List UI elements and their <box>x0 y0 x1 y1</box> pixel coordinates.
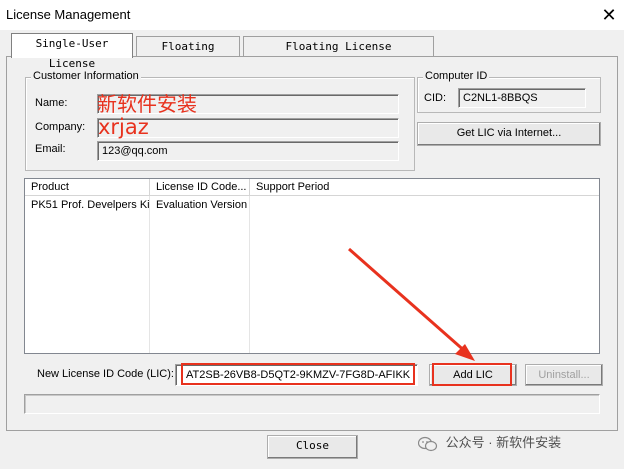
license-list[interactable]: Product License ID Code... Support Perio… <box>24 178 600 354</box>
cid-label: CID: <box>424 92 446 104</box>
table-row[interactable]: PK51 Prof. Develpers Kit Evaluation Vers… <box>25 198 599 214</box>
column-header-support-period[interactable]: Support Period <box>250 179 599 196</box>
column-divider <box>149 196 150 353</box>
close-button[interactable]: Close <box>267 435 358 459</box>
new-license-id-label: New License ID Code (LIC): <box>37 368 174 380</box>
name-label: Name: <box>35 97 68 109</box>
column-header-product[interactable]: Product <box>25 179 150 196</box>
close-icon[interactable]: ✕ <box>596 3 622 27</box>
watermark-text: 公众号 · 新软件安装 <box>445 435 562 450</box>
tab-floating-license[interactable]: Floating License <box>136 36 240 73</box>
cid-field[interactable]: C2NL1-8BBQS <box>458 88 586 108</box>
cell-product: PK51 Prof. Develpers Kit <box>31 199 149 211</box>
get-lic-via-internet-button[interactable]: Get LIC via Internet... <box>417 122 601 146</box>
company-label: Company: <box>35 121 86 133</box>
status-bar <box>24 394 600 414</box>
tab-panel: Customer Information Name: 新软件安装 Company… <box>6 56 618 431</box>
column-divider <box>249 196 250 353</box>
tab-single-user-license[interactable]: Single-User License <box>11 33 133 70</box>
column-header-license-id-code[interactable]: License ID Code... <box>150 179 250 196</box>
wechat-icon <box>417 436 438 451</box>
name-value: 新软件安装 <box>97 92 197 116</box>
company-value: xrjaz <box>98 115 149 139</box>
tab-floating-license-administrator[interactable]: Floating License Administrator <box>243 36 434 73</box>
cell-license-id: Evaluation Version <box>156 199 248 211</box>
email-label: Email: <box>35 143 66 155</box>
title-bar: License Management ✕ <box>0 0 624 30</box>
window-title: License Management <box>6 7 131 22</box>
license-management-window: License Management ✕ Single-User License… <box>0 0 624 469</box>
uninstall-button: Uninstall... <box>525 364 603 386</box>
computer-id-legend: Computer ID <box>423 70 490 82</box>
license-input-highlight <box>181 363 415 385</box>
add-lic-highlight <box>432 363 512 386</box>
watermark: 公众号 · 新软件安装 <box>417 432 562 452</box>
email-field[interactable]: 123@qq.com <box>97 141 399 161</box>
